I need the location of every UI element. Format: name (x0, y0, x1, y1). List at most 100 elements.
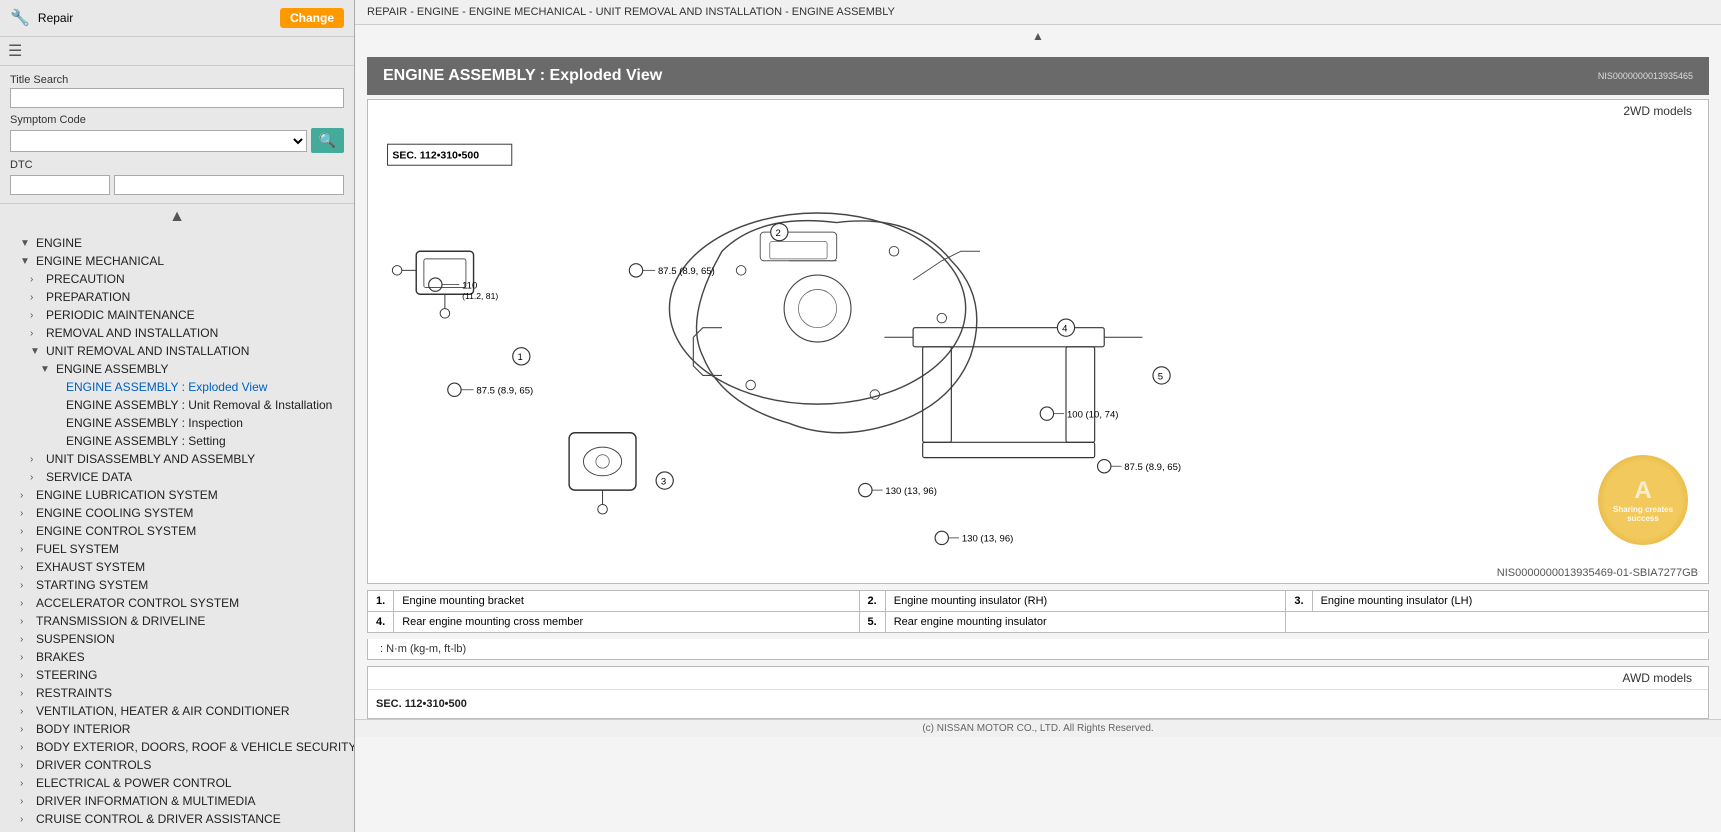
electrical-arrow-icon: › (20, 778, 32, 789)
svg-text:3: 3 (661, 476, 666, 487)
parts-row-2: 4.Rear engine mounting cross member5.Rea… (368, 612, 1709, 633)
sidebar-item-service-data[interactable]: ›SERVICE DATA (0, 468, 354, 486)
title-search-label: Title Search (10, 74, 344, 86)
symptom-code-select[interactable] (10, 130, 307, 152)
suspension-label: SUSPENSION (36, 632, 115, 646)
diagram-image-id: NIS0000000013935469-01-SBIA7277GB (368, 565, 1708, 583)
sidebar-item-engine[interactable]: ▼ENGINE (0, 234, 354, 252)
sidebar-item-steering[interactable]: ›STEERING (0, 666, 354, 684)
wrench-icon: 🔧 (10, 8, 30, 28)
dtc-input-1[interactable] (10, 175, 110, 195)
awd-section: AWD models SEC. 112•310•500 (367, 666, 1709, 719)
sidebar-item-cruise-control[interactable]: ›CRUISE CONTROL & DRIVER ASSISTANCE (0, 810, 354, 828)
sidebar-item-engine-mechanical[interactable]: ▼ENGINE MECHANICAL (0, 252, 354, 270)
sidebar-title: Repair (38, 11, 73, 25)
engine-control-arrow-icon: › (20, 526, 32, 537)
sidebar-item-driver-controls[interactable]: ›DRIVER CONTROLS (0, 756, 354, 774)
starting-system-arrow-icon: › (20, 580, 32, 591)
sidebar-item-preparation[interactable]: ›PREPARATION (0, 288, 354, 306)
symptom-code-label: Symptom Code (10, 114, 344, 126)
sidebar-item-brakes[interactable]: ›BRAKES (0, 648, 354, 666)
svg-text:87.5 (8.9, 65): 87.5 (8.9, 65) (476, 386, 533, 397)
change-button[interactable]: Change (280, 8, 344, 28)
sidebar-item-fuel-system[interactable]: › FUEL SYSTEM (0, 540, 354, 558)
svg-text:(11.2, 81): (11.2, 81) (462, 291, 498, 301)
transmission-arrow-icon: › (20, 616, 32, 627)
svg-text:5: 5 (1158, 371, 1163, 382)
search-button[interactable]: 🔍 (311, 128, 344, 153)
sidebar-item-engine-lubrication[interactable]: ›ENGINE LUBRICATION SYSTEM (0, 486, 354, 504)
preparation-label: PREPARATION (46, 290, 130, 304)
unit-disassembly-arrow-icon: › (30, 454, 42, 465)
service-data-arrow-icon: › (30, 472, 42, 483)
dtc-input-2[interactable] (114, 175, 344, 195)
unit-removal-installation-arrow-icon: ▼ (30, 346, 42, 357)
sidebar-item-periodic-maintenance[interactable]: › PERIODIC MAINTENANCE (0, 306, 354, 324)
sidebar-item-body-exterior[interactable]: ›BODY EXTERIOR, DOORS, ROOF & VEHICLE SE… (0, 738, 354, 756)
driver-info-label: DRIVER INFORMATION & MULTIMEDIA (36, 794, 256, 808)
main-content: REPAIR - ENGINE - ENGINE MECHANICAL - UN… (355, 0, 1721, 832)
sidebar-item-engine-assembly-unit[interactable]: ENGINE ASSEMBLY : Unit Removal & Install… (0, 396, 354, 414)
sidebar-item-transmission[interactable]: ›TRANSMISSION & DRIVELINE (0, 612, 354, 630)
sidebar-item-exhaust-system[interactable]: ›EXHAUST SYSTEM (0, 558, 354, 576)
svg-text:130 (13, 96): 130 (13, 96) (885, 486, 936, 497)
title-search-input[interactable] (10, 88, 344, 108)
driver-info-arrow-icon: › (20, 796, 32, 807)
part-desc-1: Engine mounting bracket (394, 591, 859, 612)
menu-icon[interactable]: ☰ (8, 41, 22, 61)
dtc-label: DTC (10, 159, 344, 171)
section-title: ENGINE ASSEMBLY : Exploded View (383, 67, 662, 85)
engine-control-label: ENGINE CONTROL SYSTEM (36, 524, 196, 538)
restraints-arrow-icon: › (20, 688, 32, 699)
sidebar-item-engine-assembly[interactable]: ▼ENGINE ASSEMBLY (0, 360, 354, 378)
engine-assembly-exploded-label: ENGINE ASSEMBLY : Exploded View (66, 380, 267, 394)
sidebar-item-engine-assembly-inspection[interactable]: ENGINE ASSEMBLY : Inspection (0, 414, 354, 432)
awd-model-label: AWD models (368, 667, 1708, 689)
body-interior-label: BODY INTERIOR (36, 722, 130, 736)
brakes-label: BRAKES (36, 650, 85, 664)
periodic-maintenance-arrow-icon: › (30, 310, 42, 321)
sidebar-item-body-interior[interactable]: ›BODY INTERIOR (0, 720, 354, 738)
sidebar-item-removal-installation[interactable]: ›REMOVAL AND INSTALLATION (0, 324, 354, 342)
part-desc-5: Rear engine mounting insulator (885, 612, 1286, 633)
sidebar-item-engine-control[interactable]: › ENGINE CONTROL SYSTEM (0, 522, 354, 540)
sidebar-item-electrical[interactable]: ›ELECTRICAL & POWER CONTROL (0, 774, 354, 792)
engine-lubrication-arrow-icon: › (20, 490, 32, 501)
engine-assembly-diagram: SEC. 112•310•500 (378, 132, 1238, 552)
svg-text:87.5 (8.9, 65): 87.5 (8.9, 65) (1124, 462, 1181, 473)
sidebar-item-precaution[interactable]: ›PRECAUTION (0, 270, 354, 288)
sidebar-item-driver-info[interactable]: › DRIVER INFORMATION & MULTIMEDIA (0, 792, 354, 810)
scroll-up-button[interactable]: ▲ (355, 25, 1721, 47)
sidebar-item-ventilation[interactable]: ›VENTILATION, HEATER & AIR CONDITIONER (0, 702, 354, 720)
svg-text:100 (10, 74): 100 (10, 74) (1067, 409, 1118, 420)
sidebar-item-engine-assembly-setting[interactable]: ENGINE ASSEMBLY : Setting (0, 432, 354, 450)
diagram-area: 2WD models SEC. 112•310•500 (367, 99, 1709, 584)
sidebar-item-maintenance[interactable]: ›MAINTENANCE (0, 828, 354, 832)
sidebar-item-engine-cooling[interactable]: ›ENGINE COOLING SYSTEM (0, 504, 354, 522)
svg-text:2: 2 (776, 228, 781, 239)
steering-label: STEERING (36, 668, 97, 682)
collapse-button[interactable]: ▲ (0, 204, 354, 230)
sidebar-item-unit-removal-installation[interactable]: ▼UNIT REMOVAL AND INSTALLATION (0, 342, 354, 360)
periodic-maintenance-label: PERIODIC MAINTENANCE (46, 308, 195, 322)
svg-text:4: 4 (1062, 323, 1068, 334)
sidebar-item-unit-disassembly[interactable]: ›UNIT DISASSEMBLY AND ASSEMBLY (0, 450, 354, 468)
sidebar-item-engine-assembly-exploded[interactable]: ENGINE ASSEMBLY : Exploded View (0, 378, 354, 396)
accelerator-control-label: ACCELERATOR CONTROL SYSTEM (36, 596, 239, 610)
unit-note: : N·m (kg-m, ft-lb) (367, 639, 1709, 660)
nav-tree: ▼ENGINE▼ENGINE MECHANICAL›PRECAUTION›PRE… (0, 230, 354, 832)
part-num-3: 3. (1286, 591, 1312, 612)
footer-bar: (c) NISSAN MOTOR CO., LTD. All Rights Re… (355, 719, 1721, 737)
sidebar-tools: ☰ (0, 37, 354, 66)
fuel-system-label: FUEL SYSTEM (36, 542, 119, 556)
sidebar-item-suspension[interactable]: ›SUSPENSION (0, 630, 354, 648)
sidebar-item-restraints[interactable]: ›RESTRAINTS (0, 684, 354, 702)
engine-mechanical-label: ENGINE MECHANICAL (36, 254, 164, 268)
fuel-system-arrow-icon: › (20, 544, 32, 555)
sidebar-item-accelerator-control[interactable]: ›ACCELERATOR CONTROL SYSTEM (0, 594, 354, 612)
sidebar-item-starting-system[interactable]: ›STARTING SYSTEM (0, 576, 354, 594)
diagram-svg-container: SEC. 112•310•500 (368, 122, 1708, 565)
exhaust-system-label: EXHAUST SYSTEM (36, 560, 145, 574)
svg-text:110: 110 (462, 280, 477, 291)
body-exterior-label: BODY EXTERIOR, DOORS, ROOF & VEHICLE SEC… (36, 740, 354, 754)
